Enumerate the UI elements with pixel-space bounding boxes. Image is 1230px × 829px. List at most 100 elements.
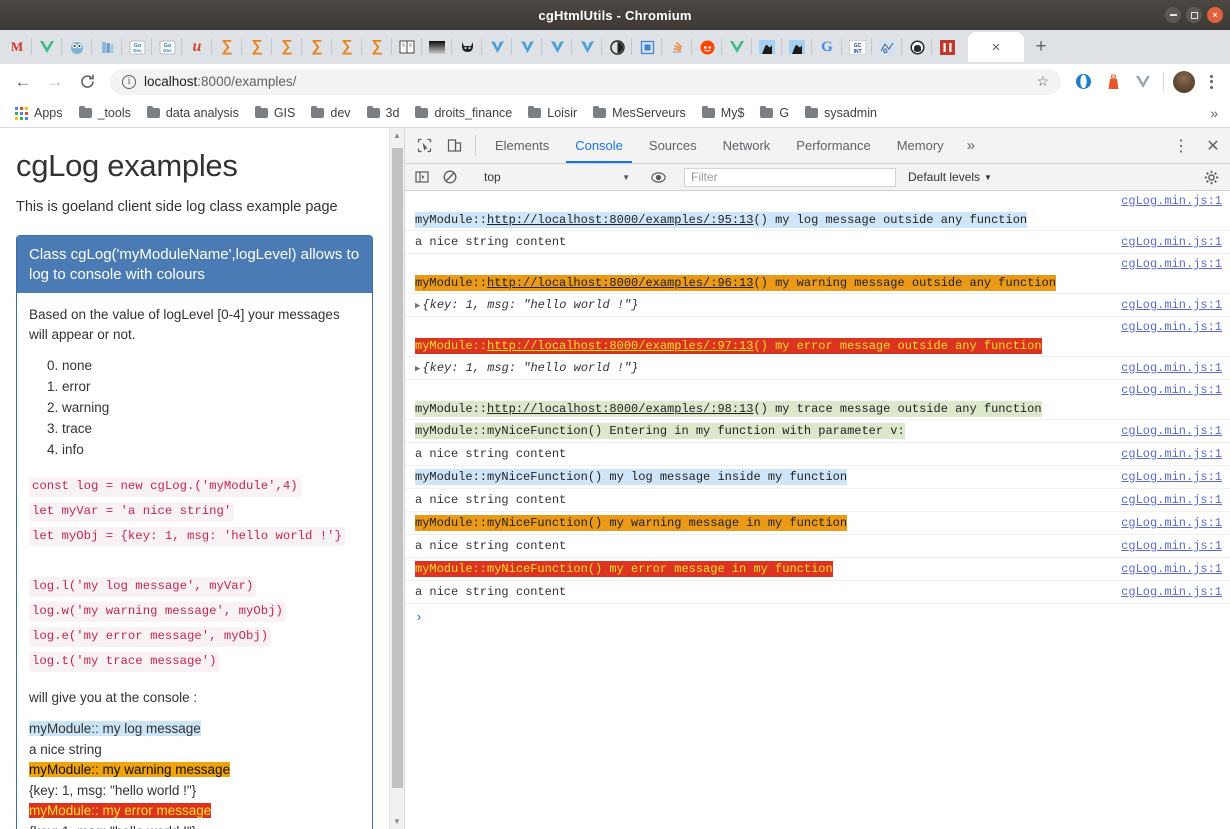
source-link[interactable]: cgLog.min.js:1 xyxy=(1121,361,1222,375)
sigma-icon-5[interactable]: ∑ xyxy=(332,34,362,60)
new-tab-button[interactable]: + xyxy=(1024,36,1058,58)
scrollbar-thumb[interactable] xyxy=(392,148,403,788)
console-messages[interactable]: cgLog.min.js:1 myModule::http://localhos… xyxy=(405,191,1230,829)
message-link[interactable]: http://localhost:8000/examples/:98:13 xyxy=(487,402,753,416)
stack-icon[interactable] xyxy=(662,34,692,60)
console-message-object[interactable]: cgLog.min.js:1 ▶ {key: 1, msg: "hello wor… xyxy=(405,357,1230,380)
source-link[interactable]: cgLog.min.js:1 xyxy=(1121,447,1222,461)
console-message-error[interactable]: cgLog.min.js:1 myModule::http://localhos… xyxy=(405,317,1230,357)
console-prompt[interactable]: › xyxy=(405,604,1230,631)
gc-int-icon[interactable]: GC INT xyxy=(842,34,872,60)
source-link[interactable]: cgLog.min.js:1 xyxy=(1121,585,1222,599)
console-message-plain[interactable]: cgLog.min.js:1 a nice string content xyxy=(405,535,1230,558)
back-icon[interactable]: ← xyxy=(8,67,38,97)
source-link[interactable]: cgLog.min.js:1 xyxy=(1121,194,1222,208)
source-link[interactable]: cgLog.min.js:1 xyxy=(1121,516,1222,530)
n-icon[interactable] xyxy=(932,34,962,60)
square-icon[interactable] xyxy=(632,34,662,60)
vue-icon-2[interactable] xyxy=(722,34,752,60)
tab-memory[interactable]: Memory xyxy=(884,128,957,163)
vue-icon[interactable] xyxy=(32,34,62,60)
map-icon-1[interactable] xyxy=(752,34,782,60)
message-link[interactable]: http://localhost:8000/examples/:97:13 xyxy=(487,339,753,353)
console-message-plain[interactable]: cgLog.min.js:1 a nice string content xyxy=(405,443,1230,466)
book-icon[interactable] xyxy=(392,34,422,60)
reddit-icon[interactable] xyxy=(692,34,722,60)
circle-icon[interactable] xyxy=(602,34,632,60)
source-link[interactable]: cgLog.min.js:1 xyxy=(1121,539,1222,553)
bookmark-star-icon[interactable]: ☆ xyxy=(1036,73,1049,90)
github-icon[interactable] xyxy=(902,34,932,60)
source-link[interactable]: cgLog.min.js:1 xyxy=(1121,562,1222,576)
console-message-error[interactable]: cgLog.min.js:1 myModule::myNiceFunction(… xyxy=(405,558,1230,581)
filter-input[interactable] xyxy=(684,167,896,187)
bookmark-droits-finance[interactable]: droits_finance xyxy=(408,103,519,123)
device-toolbar-icon[interactable] xyxy=(439,128,469,163)
bookmark-3d[interactable]: 3d xyxy=(360,103,407,123)
sigma-icon-2[interactable]: ∑ xyxy=(242,34,272,60)
close-window-button[interactable]: × xyxy=(1207,7,1223,23)
vuetify-icon-1[interactable] xyxy=(482,34,512,60)
sigma-icon-4[interactable]: ∑ xyxy=(302,34,332,60)
bookmark-dev[interactable]: dev xyxy=(304,103,357,123)
owl-icon[interactable] xyxy=(62,34,92,60)
page-scrollbar[interactable]: ▲ ▼ xyxy=(389,128,404,829)
opera-extension-icon[interactable] xyxy=(1069,68,1097,96)
console-message-plain[interactable]: cgLog.min.js:1 a nice string content xyxy=(405,489,1230,512)
reload-icon[interactable] xyxy=(72,67,102,97)
bookmark-my-dollar[interactable]: My$ xyxy=(695,103,752,123)
godoc-icon[interactable]: Go Doc xyxy=(122,34,152,60)
vuetify-extension-icon[interactable] xyxy=(1129,68,1157,96)
tab-performance[interactable]: Performance xyxy=(783,128,883,163)
chrome-menu-icon[interactable] xyxy=(1200,74,1222,89)
console-sidebar-icon[interactable] xyxy=(409,166,435,188)
map-icon-2[interactable] xyxy=(782,34,812,60)
bookmark-g[interactable]: G xyxy=(753,103,796,123)
console-message-object[interactable]: cgLog.min.js:1 ▶ {key: 1, msg: "hello wor… xyxy=(405,294,1230,317)
tab-sources[interactable]: Sources xyxy=(636,128,710,163)
bookmark-loisir[interactable]: Loisir xyxy=(521,103,584,123)
google-icon[interactable]: G xyxy=(812,34,842,60)
message-link[interactable]: http://localhost:8000/examples/:95:13 xyxy=(487,213,753,227)
avatar[interactable] xyxy=(1170,68,1198,96)
tab-close-icon[interactable]: × xyxy=(992,39,1001,56)
console-message-trace[interactable]: cgLog.min.js:1 myModule::http://localhos… xyxy=(405,380,1230,420)
vuetify-icon-4[interactable] xyxy=(572,34,602,60)
scroll-up-arrow[interactable]: ▲ xyxy=(390,128,404,143)
console-message-log[interactable]: cgLog.min.js:1 myModule::myNiceFunction(… xyxy=(405,466,1230,489)
sigma-icon-6[interactable]: ∑ xyxy=(362,34,392,60)
tab-elements[interactable]: Elements xyxy=(482,128,562,163)
source-link[interactable]: cgLog.min.js:1 xyxy=(1121,235,1222,249)
console-message-warning[interactable]: cgLog.min.js:1 myModule::http://localhos… xyxy=(405,254,1230,294)
bookmark-gis[interactable]: GIS xyxy=(248,103,303,123)
vuetify-icon-3[interactable] xyxy=(542,34,572,60)
bookmark-data-analysis[interactable]: data analysis xyxy=(140,103,246,123)
live-expression-icon[interactable] xyxy=(645,166,671,188)
console-message-warning[interactable]: cgLog.min.js:1 myModule::myNiceFunction(… xyxy=(405,512,1230,535)
source-link[interactable]: cgLog.min.js:1 xyxy=(1121,257,1222,271)
inspect-element-icon[interactable] xyxy=(409,128,439,163)
devtools-menu-icon[interactable]: ⋮ xyxy=(1166,136,1196,156)
gradient-icon[interactable] xyxy=(422,34,452,60)
godoc-icon-2[interactable]: Go Doc xyxy=(152,34,182,60)
console-message-trace[interactable]: cgLog.min.js:1 myModule::myNiceFunction(… xyxy=(405,420,1230,443)
execution-context-select[interactable]: top ▼ xyxy=(476,167,636,187)
console-message-plain[interactable]: cgLog.min.js:1 a nice string content xyxy=(405,231,1230,254)
source-link[interactable]: cgLog.min.js:1 xyxy=(1121,424,1222,438)
u-icon[interactable]: u xyxy=(182,34,212,60)
source-link[interactable]: cgLog.min.js:1 xyxy=(1121,470,1222,484)
more-tabs-icon[interactable]: » xyxy=(957,128,985,163)
console-message-log[interactable]: cgLog.min.js:1 myModule::http://localhos… xyxy=(405,191,1230,231)
source-link[interactable]: cgLog.min.js:1 xyxy=(1121,383,1222,397)
expand-triangle-icon[interactable]: ▶ xyxy=(415,364,420,374)
sigma-icon-3[interactable]: ∑ xyxy=(272,34,302,60)
bull-icon[interactable] xyxy=(452,34,482,60)
tab-console[interactable]: Console xyxy=(562,128,636,163)
apps-shortcut[interactable]: Apps xyxy=(8,103,70,123)
expand-triangle-icon[interactable]: ▶ xyxy=(415,301,420,311)
bookmarks-overflow-icon[interactable]: » xyxy=(1210,105,1222,121)
message-link[interactable]: http://localhost:8000/examples/:96:13 xyxy=(487,276,753,290)
source-link[interactable]: cgLog.min.js:1 xyxy=(1121,298,1222,312)
site-info-icon[interactable]: i xyxy=(122,74,136,89)
vuetify-icon-2[interactable] xyxy=(512,34,542,60)
